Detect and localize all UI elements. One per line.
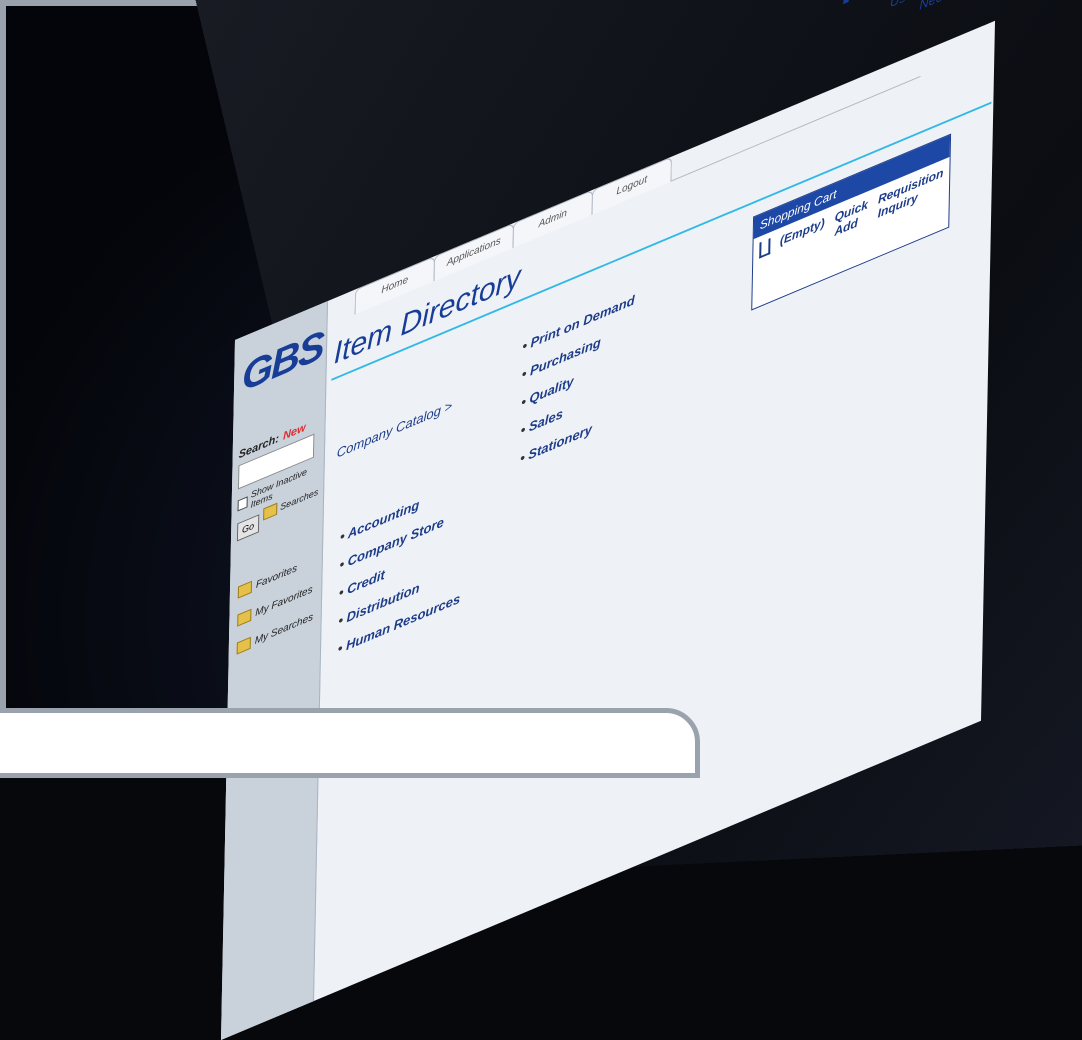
- favorites-label: Favorites: [255, 562, 298, 591]
- left-category-list: Accounting Company Store Credit Distribu…: [338, 472, 463, 663]
- folder-icon: [263, 502, 278, 521]
- folder-icon: [236, 636, 251, 655]
- cart-icon: [759, 238, 771, 259]
- folder-icon: [237, 608, 252, 627]
- show-inactive-checkbox[interactable]: [237, 495, 248, 511]
- caption-tab: [0, 708, 700, 778]
- app-window: GBS Search:New Show Inactive Items Go Se…: [221, 0, 995, 1040]
- tab-admin[interactable]: Admin: [512, 189, 593, 249]
- monitor-screen: GBS Search:New Show Inactive Items Go Se…: [221, 0, 995, 1040]
- right-category-list: Print on Demand Purchasing Quality Sales…: [520, 286, 635, 473]
- company-catalog-link[interactable]: Company Catalog >: [337, 397, 453, 460]
- sidebar: GBS Search:New Show Inactive Items Go Se…: [221, 300, 328, 1040]
- my-searches-label: My Searches: [254, 611, 314, 647]
- go-button[interactable]: Go: [236, 514, 260, 542]
- quick-add-link[interactable]: Quick Add: [834, 197, 868, 239]
- folder-icon: [237, 580, 252, 599]
- gbs-logo[interactable]: GBS: [242, 323, 324, 402]
- tab-logout[interactable]: Logout: [591, 156, 672, 216]
